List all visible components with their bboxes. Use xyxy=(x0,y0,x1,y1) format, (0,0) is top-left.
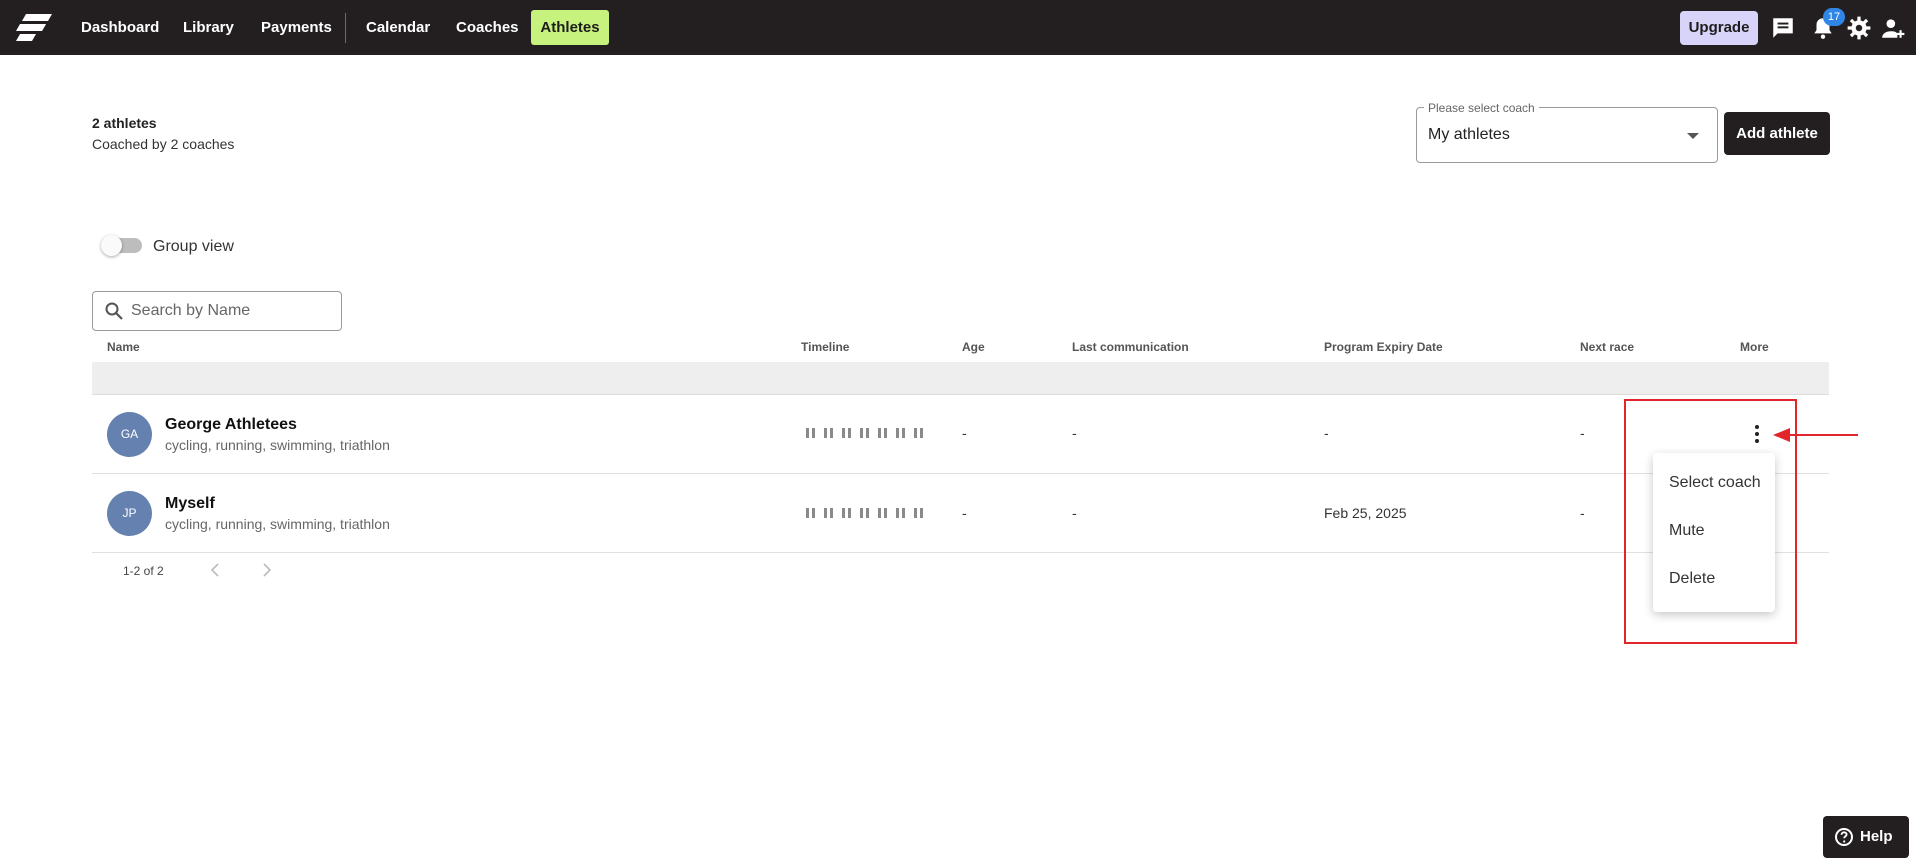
last-communication-cell: - xyxy=(1072,505,1077,521)
age-cell: - xyxy=(962,425,967,441)
nav-dashboard[interactable]: Dashboard xyxy=(70,10,170,45)
annotation-arrow-icon xyxy=(1773,428,1858,442)
nav-divider xyxy=(345,13,346,43)
avatar[interactable]: GA xyxy=(107,412,152,457)
age-cell: - xyxy=(962,505,967,521)
nav-calendar[interactable]: Calendar xyxy=(355,10,441,45)
pagination-range: 1-2 of 2 xyxy=(123,564,164,578)
column-header-last-communication[interactable]: Last communication xyxy=(1072,340,1189,354)
athlete-name[interactable]: George Athletees xyxy=(165,416,297,434)
column-header-program-expiry[interactable]: Program Expiry Date xyxy=(1324,340,1443,354)
group-view-label: Group view xyxy=(153,238,234,255)
notification-badge: 17 xyxy=(1823,8,1845,26)
athlete-name[interactable]: Myself xyxy=(165,495,215,513)
caret-down-icon[interactable] xyxy=(1687,133,1699,139)
next-race-cell: - xyxy=(1580,425,1585,441)
column-header-age[interactable]: Age xyxy=(962,340,985,354)
athlete-sports: cycling, running, swimming, triathlon xyxy=(165,516,390,532)
timeline-bars xyxy=(806,428,923,438)
nav-athletes[interactable]: Athletes xyxy=(531,10,609,45)
search-placeholder: Search by Name xyxy=(131,302,251,319)
coach-select-label: Please select coach xyxy=(1424,101,1539,115)
row-divider xyxy=(92,473,1829,474)
column-header-timeline[interactable]: Timeline xyxy=(801,340,849,354)
column-header-next-race[interactable]: Next race xyxy=(1580,340,1634,354)
nav-library[interactable]: Library xyxy=(172,10,245,45)
add-athlete-button[interactable]: Add athlete xyxy=(1724,112,1830,155)
nav-coaches[interactable]: Coaches xyxy=(445,10,530,45)
program-expiry-cell: Feb 25, 2025 xyxy=(1324,505,1407,521)
help-circle-icon[interactable] xyxy=(1834,827,1854,847)
next-race-cell: - xyxy=(1580,505,1585,521)
nav-payments[interactable]: Payments xyxy=(250,10,343,45)
chevron-left-icon[interactable] xyxy=(207,561,225,579)
column-header-more: More xyxy=(1740,340,1769,354)
row-divider xyxy=(92,552,1829,553)
avatar[interactable]: JP xyxy=(107,491,152,536)
athlete-sports: cycling, running, swimming, triathlon xyxy=(165,437,390,453)
gear-icon[interactable] xyxy=(1846,15,1872,41)
athlete-count: 2 athletes xyxy=(92,115,157,131)
person-add-icon[interactable] xyxy=(1880,15,1906,41)
chat-icon[interactable] xyxy=(1770,15,1796,41)
program-expiry-cell: - xyxy=(1324,425,1329,441)
column-header-name[interactable]: Name xyxy=(107,340,140,354)
timeline-bars xyxy=(806,508,923,518)
last-communication-cell: - xyxy=(1072,425,1077,441)
table-group-band xyxy=(92,362,1829,395)
chevron-right-icon[interactable] xyxy=(257,561,275,579)
coached-by-text: Coached by 2 coaches xyxy=(92,136,235,152)
coach-select-value[interactable]: My athletes xyxy=(1428,126,1510,144)
search-icon xyxy=(105,302,123,320)
upgrade-button[interactable]: Upgrade xyxy=(1680,11,1758,45)
help-label[interactable]: Help xyxy=(1860,828,1893,845)
group-view-toggle-knob[interactable] xyxy=(101,235,122,256)
logo-icon[interactable] xyxy=(16,12,54,42)
